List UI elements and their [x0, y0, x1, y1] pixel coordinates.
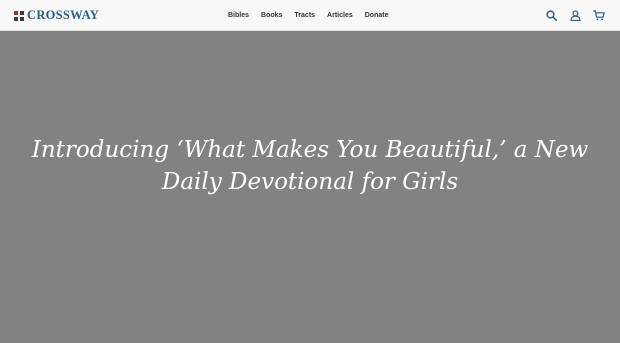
header-icons — [534, 0, 606, 31]
nav-item-articles[interactable]: Articles — [327, 12, 353, 19]
nav-item-tracts[interactable]: Tracts — [294, 12, 315, 19]
cart-button[interactable] — [592, 9, 606, 23]
crossway-logo[interactable]: CROSSWAY — [14, 8, 99, 23]
nav-item-donate[interactable]: Donate — [365, 12, 389, 19]
crossway-logo-mark-icon — [14, 10, 24, 21]
hero-title: Introducing ‘What Makes You Beautiful,’ … — [20, 134, 600, 198]
nav-item-bibles[interactable]: Bibles — [228, 12, 249, 19]
hero-title-line-1: Introducing ‘What Makes You Beautiful,’ … — [31, 137, 589, 163]
account-button[interactable] — [568, 9, 582, 23]
hero-title-line-2: Daily Devotional for Girls — [161, 169, 459, 195]
logo-text: CROSSWAY — [27, 8, 100, 22]
cart-icon — [593, 10, 605, 21]
search-button[interactable] — [544, 9, 558, 23]
search-icon — [545, 10, 557, 21]
nav-item-books[interactable]: Books — [261, 12, 282, 19]
site-header: CROSSWAY Bibles Books Tracts Articles Do… — [0, 0, 620, 31]
account-icon — [569, 10, 581, 21]
main-nav: Bibles Books Tracts Articles Donate — [222, 0, 394, 31]
